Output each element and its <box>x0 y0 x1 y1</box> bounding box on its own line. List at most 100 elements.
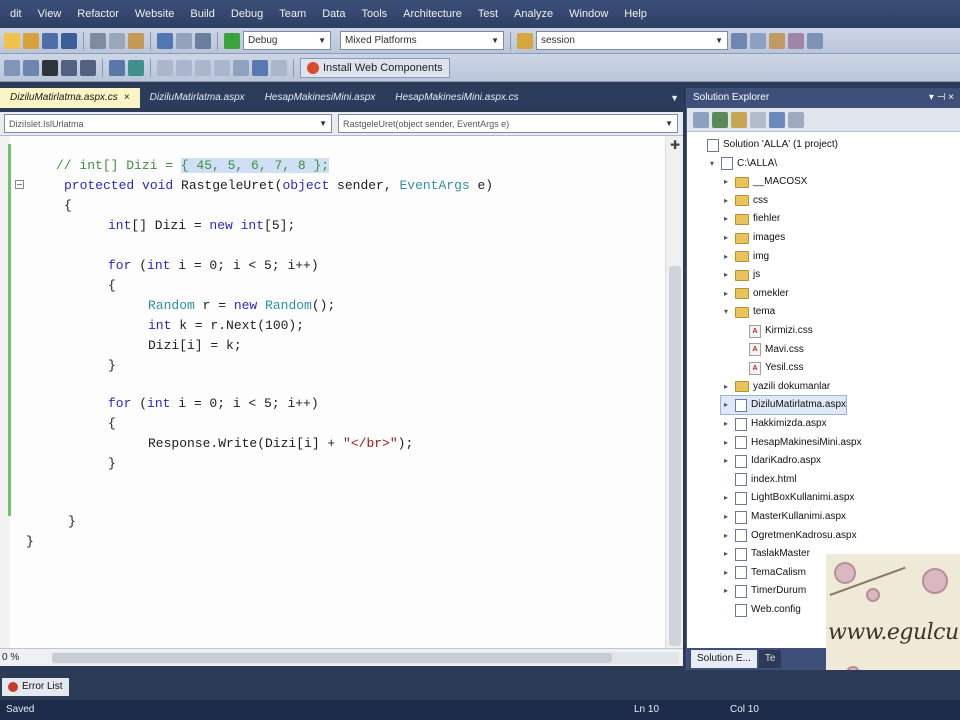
view-code-icon[interactable] <box>769 111 785 128</box>
expand-arrow-icon[interactable]: ▸ <box>721 452 731 470</box>
tab-list-chevron-icon[interactable]: ▼ <box>666 88 683 108</box>
toggle-bookmark-icon[interactable] <box>252 59 268 76</box>
tree-node[interactable]: ▸ TaslakMaster <box>721 545 810 563</box>
menu-item[interactable]: dit <box>2 0 30 28</box>
start-page-icon[interactable] <box>807 32 823 49</box>
toolbox-icon[interactable] <box>788 32 804 49</box>
properties-icon[interactable] <box>693 111 709 128</box>
expand-arrow-icon[interactable]: ▸ <box>721 229 731 247</box>
tree-node[interactable]: ▸ OgretmenKadrosu.aspx <box>721 527 857 545</box>
tree-node[interactable]: ▾ tema <box>721 303 775 321</box>
menu-item[interactable]: Data <box>314 0 353 28</box>
view-designer-icon[interactable] <box>788 111 804 128</box>
close-tab-icon[interactable]: × <box>124 92 130 103</box>
tree-node[interactable]: ▸ omekler <box>721 285 789 303</box>
expand-arrow-icon[interactable]: ▸ <box>721 285 731 303</box>
open-file-icon[interactable] <box>23 32 39 49</box>
cut-icon[interactable] <box>90 32 106 49</box>
uncomment-icon[interactable] <box>109 59 125 76</box>
menu-item[interactable]: Refactor <box>69 0 127 28</box>
navigate-icon[interactable] <box>195 32 211 49</box>
menu-item[interactable]: Team <box>271 0 314 28</box>
document-tab[interactable]: DiziluMatirlatma.aspx <box>140 88 255 108</box>
expand-arrow-icon[interactable]: ▸ <box>721 489 731 507</box>
refresh-icon[interactable] <box>712 111 728 128</box>
expand-arrow-icon[interactable]: ▸ <box>721 210 731 228</box>
paste-icon[interactable] <box>128 32 144 49</box>
split-plus-icon[interactable]: ✚ <box>670 138 680 152</box>
tree-node[interactable]: ▸ fiehler <box>721 210 780 228</box>
code-editor[interactable]: − // int[] Dizi = { 45, 5, 6, 7, 8 }; pr… <box>0 136 683 648</box>
tree-node[interactable]: ▸ img <box>721 248 769 266</box>
tree-node[interactable]: ▸ DiziluMatirlatma.aspx <box>719 395 848 416</box>
tree-node[interactable]: Web.config <box>721 601 801 619</box>
new-project-icon[interactable] <box>4 32 20 49</box>
tree-node[interactable]: ▸ __MACOSX <box>721 173 807 191</box>
expand-arrow-icon[interactable]: ▸ <box>721 434 731 452</box>
tree-node[interactable]: ▸ MasterKullanimi.aspx <box>721 508 846 526</box>
menu-item[interactable]: Architecture <box>395 0 470 28</box>
object-browser-icon[interactable] <box>769 32 785 49</box>
tree-node[interactable]: ▸ css <box>721 192 768 210</box>
tree-node[interactable]: ▸ TimerDurum <box>721 582 806 600</box>
tree-node[interactable]: index.html <box>721 471 797 489</box>
show-all-files-icon[interactable] <box>731 111 747 128</box>
tree-node[interactable]: A Mavi.css <box>735 341 804 359</box>
start-debugging-icon[interactable] <box>224 32 240 49</box>
properties-icon[interactable] <box>750 32 766 49</box>
html-view-icon[interactable] <box>157 59 173 76</box>
menu-item[interactable]: Window <box>561 0 616 28</box>
tree-node[interactable]: ▸ TemaCalism <box>721 564 806 582</box>
solution-platform-select[interactable]: Mixed Platforms ▼ <box>340 31 504 50</box>
menu-item[interactable]: View <box>30 0 70 28</box>
tree-node[interactable]: ▸ Hakkimizda.aspx <box>721 415 827 433</box>
clear-bookmark-icon[interactable] <box>233 59 249 76</box>
collapse-arrow-icon[interactable]: ▾ <box>707 155 717 173</box>
class-combo[interactable]: DiziIslet.IslUrlatma ▼ <box>4 114 332 133</box>
tree-node[interactable]: ▾ C:\ALLA\ <box>707 155 777 173</box>
format-icon[interactable] <box>4 59 20 76</box>
expand-arrow-icon[interactable]: ▸ <box>721 192 731 210</box>
nest-icon[interactable] <box>750 111 766 128</box>
expand-arrow-icon[interactable]: ▸ <box>721 564 731 582</box>
expand-arrow-icon[interactable]: ▸ <box>721 508 731 526</box>
horizontal-scrollbar[interactable] <box>52 651 679 664</box>
expand-arrow-icon[interactable]: ▸ <box>721 582 731 600</box>
scroll-thumb[interactable] <box>52 652 612 663</box>
tree-node[interactable]: ▸ IdariKadro.aspx <box>721 452 821 470</box>
code-text[interactable]: // int[] Dizi = { 45, 5, 6, 7, 8 }; prot… <box>0 136 660 549</box>
menu-item[interactable]: Analyze <box>506 0 561 28</box>
collapse-arrow-icon[interactable]: ▾ <box>721 303 731 321</box>
tree-node[interactable]: Solution 'ALLA' (1 project) <box>693 136 838 154</box>
member-combo[interactable]: RastgeleUret(object sender, EventArgs e)… <box>338 114 678 133</box>
tree-node[interactable]: ▸ yazili dokumanlar <box>721 378 830 396</box>
solution-explorer-icon[interactable] <box>731 32 747 49</box>
redo-icon[interactable] <box>176 32 192 49</box>
solution-configuration-select[interactable]: Debug ▼ <box>243 31 331 50</box>
pin-icon[interactable]: ▾ ⊣ × <box>929 88 954 108</box>
design-view-icon[interactable] <box>128 59 144 76</box>
menu-item[interactable]: Tools <box>353 0 395 28</box>
expand-arrow-icon[interactable]: ▸ <box>721 248 731 266</box>
find-combo[interactable]: session ▼ <box>536 31 728 50</box>
prev-bookmark-icon[interactable] <box>195 59 211 76</box>
tab-team-explorer[interactable]: Te <box>758 650 782 668</box>
document-tab[interactable]: HesapMakinesiMini.aspx <box>255 88 386 108</box>
comment-icon[interactable] <box>80 59 96 76</box>
tab-solution-explorer[interactable]: Solution E... <box>691 650 757 668</box>
next-bookmark-icon[interactable] <box>214 59 230 76</box>
menu-item[interactable]: Debug <box>223 0 271 28</box>
tree-node[interactable]: ▸ images <box>721 229 785 247</box>
install-web-components-button[interactable]: Install Web Components <box>300 57 450 78</box>
tree-node[interactable]: ▸ LightBoxKullanimi.aspx <box>721 489 854 507</box>
zoom-level[interactable]: 0 % <box>2 652 48 663</box>
tree-node[interactable]: A Yesil.css <box>735 359 804 377</box>
menu-item[interactable]: Website <box>127 0 183 28</box>
menu-item[interactable]: Test <box>470 0 506 28</box>
copy-icon[interactable] <box>109 32 125 49</box>
menu-item[interactable]: Help <box>616 0 655 28</box>
expand-arrow-icon[interactable]: ▸ <box>721 266 731 284</box>
tree-node[interactable]: ▸ js <box>721 266 760 284</box>
tree-node[interactable]: A Kirmizi.css <box>735 322 813 340</box>
find-next-icon[interactable] <box>271 59 287 76</box>
